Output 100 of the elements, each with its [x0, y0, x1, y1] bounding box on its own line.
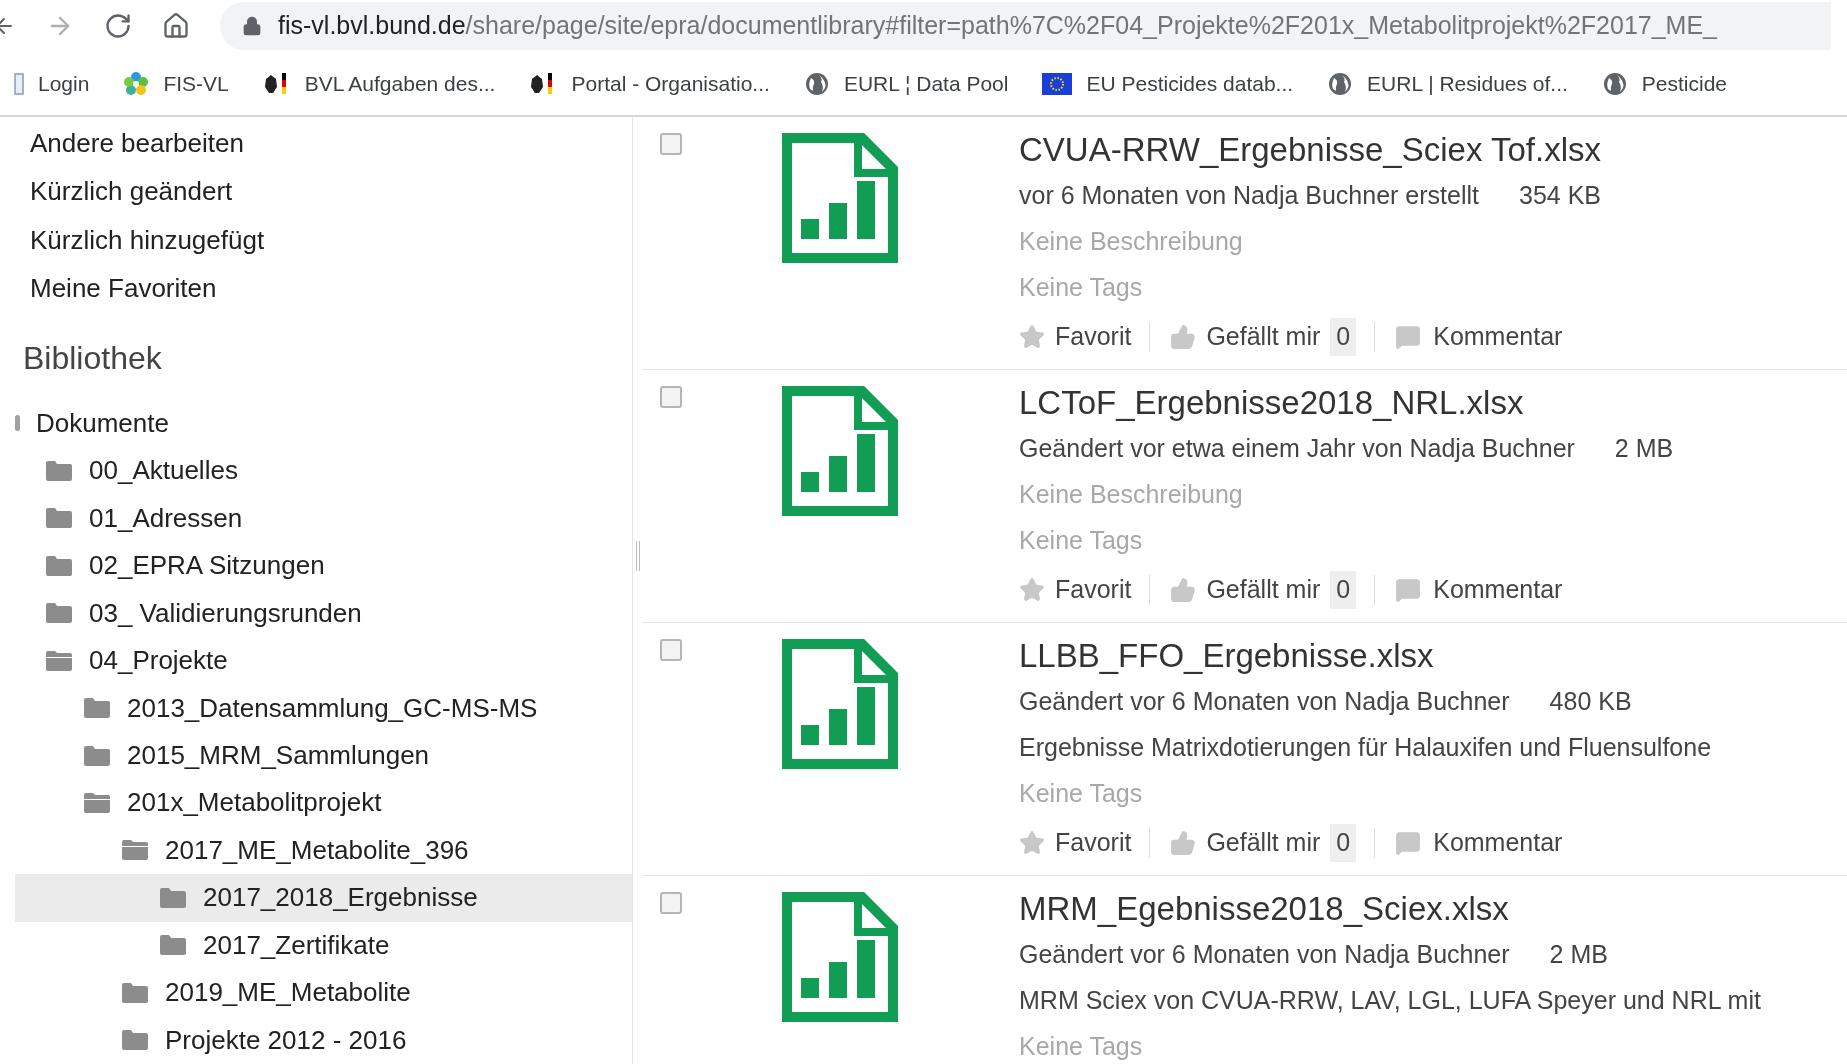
- document-description: Keine Beschreibung: [1019, 226, 1243, 258]
- star-icon: [1019, 830, 1045, 856]
- lock-icon: [242, 16, 262, 36]
- globe-icon: [1327, 70, 1354, 97]
- folder-tree-item[interactable]: 2015_MRM_Sammlungen: [15, 731, 632, 780]
- folder-tree-item[interactable]: 02_EPRA Sitzungen: [15, 541, 632, 590]
- file-size: 354 KB: [1519, 180, 1601, 212]
- document-tags: Keine Tags: [1019, 269, 1143, 307]
- checkbox[interactable]: [660, 133, 682, 155]
- reload-icon[interactable]: [104, 12, 132, 40]
- like-count: 0: [1330, 318, 1357, 356]
- section-heading: Bibliothek: [23, 338, 162, 378]
- bookmark[interactable]: BVL Aufgaben des...: [262, 67, 496, 100]
- home-icon[interactable]: [162, 12, 190, 40]
- globe-icon: [803, 70, 830, 97]
- comment-button[interactable]: Kommentar: [1375, 571, 1563, 609]
- thumbs-up-icon: [1170, 830, 1197, 856]
- folder-icon: [45, 459, 73, 482]
- sidebar-link[interactable]: Kürzlich geändert: [30, 172, 233, 212]
- like-count: 0: [1330, 571, 1357, 609]
- pinwheel-icon: [123, 70, 150, 97]
- checkbox[interactable]: [660, 639, 682, 661]
- page-icon: [14, 72, 24, 95]
- comment-icon: [1395, 324, 1422, 350]
- open-folder-icon: [83, 792, 111, 814]
- folder-tree-item[interactable]: 01_Adressen: [15, 494, 632, 542]
- open-folder-icon: [45, 649, 73, 672]
- spreadsheet-file-icon[interactable]: [782, 639, 898, 769]
- star-icon: [1019, 577, 1045, 603]
- bookmark[interactable]: EURL | Residues of...: [1327, 67, 1568, 100]
- url-text: fis-vl.bvl.bund.de/share/page/site/epra/documentlibrary#filter=path%7C%2F04_Projekte%2F201x_Metabolitprojekt%2F2017_ME_: [278, 10, 1717, 42]
- globe-icon: [1601, 70, 1628, 97]
- comment-icon: [1395, 830, 1422, 856]
- comment-icon: [1395, 577, 1422, 603]
- folder-tree-item[interactable]: 03_ Validierungsrunden: [15, 589, 632, 637]
- favorite-button[interactable]: Favorit: [1019, 571, 1150, 609]
- bookmark[interactable]: Pesticide: [1601, 67, 1728, 100]
- folder-icon: [45, 602, 73, 625]
- bookmark[interactable]: Login: [14, 67, 90, 100]
- sidebar-link[interactable]: Andere bearbeiten: [30, 123, 244, 163]
- file-size: 2 MB: [1549, 939, 1608, 971]
- folder-tree-item[interactable]: 2017_ME_Metabolite_396: [15, 826, 632, 875]
- comment-button[interactable]: Kommentar: [1375, 318, 1563, 356]
- folder-icon: [121, 981, 149, 1004]
- folder-tree-item[interactable]: 2019_ME_Metabolite: [15, 969, 632, 1017]
- like-button[interactable]: Gefällt mir: [1150, 824, 1331, 862]
- spreadsheet-file-icon[interactable]: [782, 133, 898, 263]
- spreadsheet-file-icon[interactable]: [782, 386, 898, 516]
- folder-icon: [45, 507, 73, 530]
- bookmark[interactable]: EU Pesticides datab...: [1042, 67, 1294, 100]
- folder-icon: [83, 697, 111, 720]
- document-title[interactable]: LCToF_Ergebnisse2018_NRL.xlsx: [1019, 378, 1524, 428]
- document-description: MRM Sciex von CVUA-RRW, LAV, LGL, LUFA Speyer und NRL mit: [1019, 985, 1761, 1017]
- favorite-button[interactable]: Favorit: [1019, 824, 1150, 862]
- bookmark[interactable]: Portal - Organisatio...: [529, 67, 770, 100]
- eu-flag-icon: [1042, 72, 1073, 95]
- like-button[interactable]: Gefällt mir: [1150, 571, 1331, 609]
- address-bar[interactable]: fis-vl.bvl.bund.de/share/page/site/epra/documentlibrary#filter=path%7C%2F04_Projekte%2F201x_Metabolitprojekt%2F2017_ME_: [220, 2, 1831, 50]
- folder-tree-item[interactable]: 2013_Datensammlung_GC-MS-MS: [15, 684, 632, 732]
- document-modified-info: Geändert vor 6 Monaten von Nadja Buchner: [1019, 686, 1510, 718]
- favorite-button[interactable]: Favorit: [1019, 318, 1150, 356]
- like-button[interactable]: Gefällt mir: [1150, 318, 1331, 356]
- bookmark[interactable]: FIS-VL: [123, 67, 229, 100]
- folder-icon: [159, 934, 187, 957]
- document-tags: Keine Tags: [1019, 1028, 1143, 1064]
- spreadsheet-file-icon[interactable]: [782, 892, 898, 1022]
- folder-icon: [45, 554, 73, 577]
- thumbs-up-icon: [1170, 577, 1197, 603]
- document-description: Ergebnisse Matrixdotierungen für Halauxifen und Fluensulfone: [1019, 732, 1712, 764]
- document-tags: Keine Tags: [1019, 775, 1143, 813]
- resize-handle[interactable]: [635, 540, 640, 571]
- document-modified-info: vor 6 Monaten von Nadja Buchner erstellt: [1019, 180, 1479, 212]
- folder-icon: [83, 744, 111, 767]
- document-tags: Keine Tags: [1019, 522, 1143, 560]
- file-size: 480 KB: [1549, 686, 1632, 718]
- sidebar-link[interactable]: Kürzlich hinzugefügt: [30, 220, 265, 260]
- folder-tree-item[interactable]: 04_Projekte: [15, 636, 632, 685]
- tree-handle-icon: [15, 415, 20, 432]
- thumbs-up-icon: [1170, 324, 1197, 350]
- checkbox[interactable]: [660, 892, 682, 914]
- checkbox[interactable]: [660, 386, 682, 408]
- library-root-item[interactable]: Dokumente: [15, 399, 632, 447]
- comment-button[interactable]: Kommentar: [1375, 824, 1563, 862]
- document-title[interactable]: MRM_Egebnisse2018_Sciex.xlsx: [1019, 884, 1509, 934]
- folder-tree-item[interactable]: 2017_2018_Ergebnisse: [15, 874, 632, 922]
- bookmark[interactable]: EURL ¦ Data Pool: [803, 67, 1009, 100]
- folder-tree-item[interactable]: 00_Aktuelles: [15, 446, 632, 495]
- document-title[interactable]: CVUA-RRW_Ergebnisse_Sciex Tof.xlsx: [1019, 125, 1601, 175]
- folder-tree-item[interactable]: 201x_Metabolitprojekt: [15, 779, 632, 827]
- folder-icon: [121, 1029, 149, 1052]
- folder-tree-item[interactable]: Projekte 2012 - 2016: [15, 1016, 632, 1064]
- document-modified-info: Geändert vor 6 Monaten von Nadja Buchner: [1019, 939, 1510, 971]
- sidebar-link[interactable]: Meine Favoriten: [30, 269, 217, 309]
- document-title[interactable]: LLBB_FFO_Ergebnisse.xlsx: [1019, 631, 1434, 681]
- document-description: Keine Beschreibung: [1019, 479, 1243, 511]
- document-modified-info: Geändert vor etwa einem Jahr von Nadja Buchner: [1019, 433, 1575, 465]
- open-folder-icon: [121, 839, 149, 862]
- folder-tree-item[interactable]: 2017_Zertifikate: [15, 921, 632, 970]
- star-icon: [1019, 324, 1045, 350]
- like-count: 0: [1330, 824, 1357, 862]
